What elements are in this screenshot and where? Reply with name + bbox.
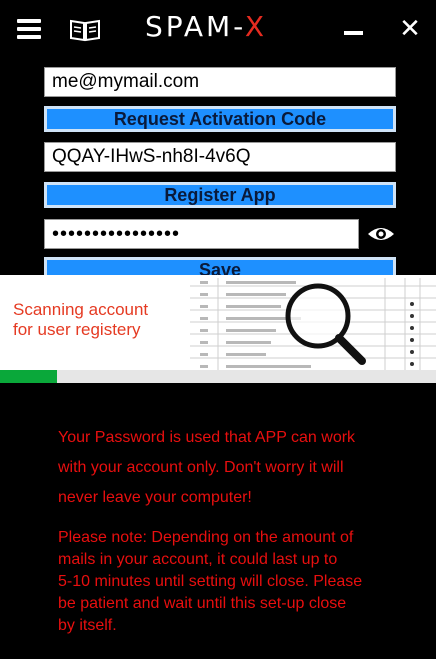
close-icon[interactable]: ✕ — [398, 16, 422, 42]
brand-main: SPAM- — [145, 10, 245, 43]
scanning-line-1: Scanning account — [13, 300, 149, 319]
scan-progress-fill — [0, 370, 57, 383]
note-line: 5-10 minutes until setting will close. P… — [58, 573, 363, 590]
scan-illustration — [190, 278, 436, 370]
scanning-message: Scanning account for user registery — [13, 300, 198, 340]
scan-progress-track — [0, 370, 436, 383]
note-line: Your Password is used that APP can work — [58, 429, 356, 446]
menu-icon[interactable] — [17, 19, 41, 39]
show-password-icon[interactable] — [367, 224, 395, 244]
note-line: with your account only. Don't worry it w… — [58, 459, 344, 476]
password-note: Your Password is used that APP can work … — [58, 423, 403, 513]
scanning-line-2: for user registery — [13, 320, 141, 339]
activation-code-field[interactable]: QQAY-IHwS-nh8I-4v6Q — [44, 142, 396, 172]
request-activation-code-button[interactable]: Request Activation Code — [44, 106, 396, 132]
note-line: be patient and wait until this set-up cl… — [58, 595, 347, 612]
app-title: SPAM-X — [145, 9, 295, 45]
book-icon[interactable] — [69, 18, 101, 42]
register-app-button[interactable]: Register App — [44, 182, 396, 208]
note-line: mails in your account, it could last up … — [58, 551, 338, 568]
password-field[interactable]: •••••••••••••••• — [44, 219, 359, 249]
note-line: never leave your computer! — [58, 489, 252, 506]
note-line: by itself. — [58, 617, 117, 634]
duration-note: Please note: Depending on the amount of … — [58, 527, 403, 637]
email-field[interactable]: me@mymail.com — [44, 67, 396, 97]
note-line: Please note: Depending on the amount of — [58, 529, 354, 546]
brand-x: X — [244, 10, 268, 43]
minimize-icon[interactable] — [344, 31, 363, 35]
